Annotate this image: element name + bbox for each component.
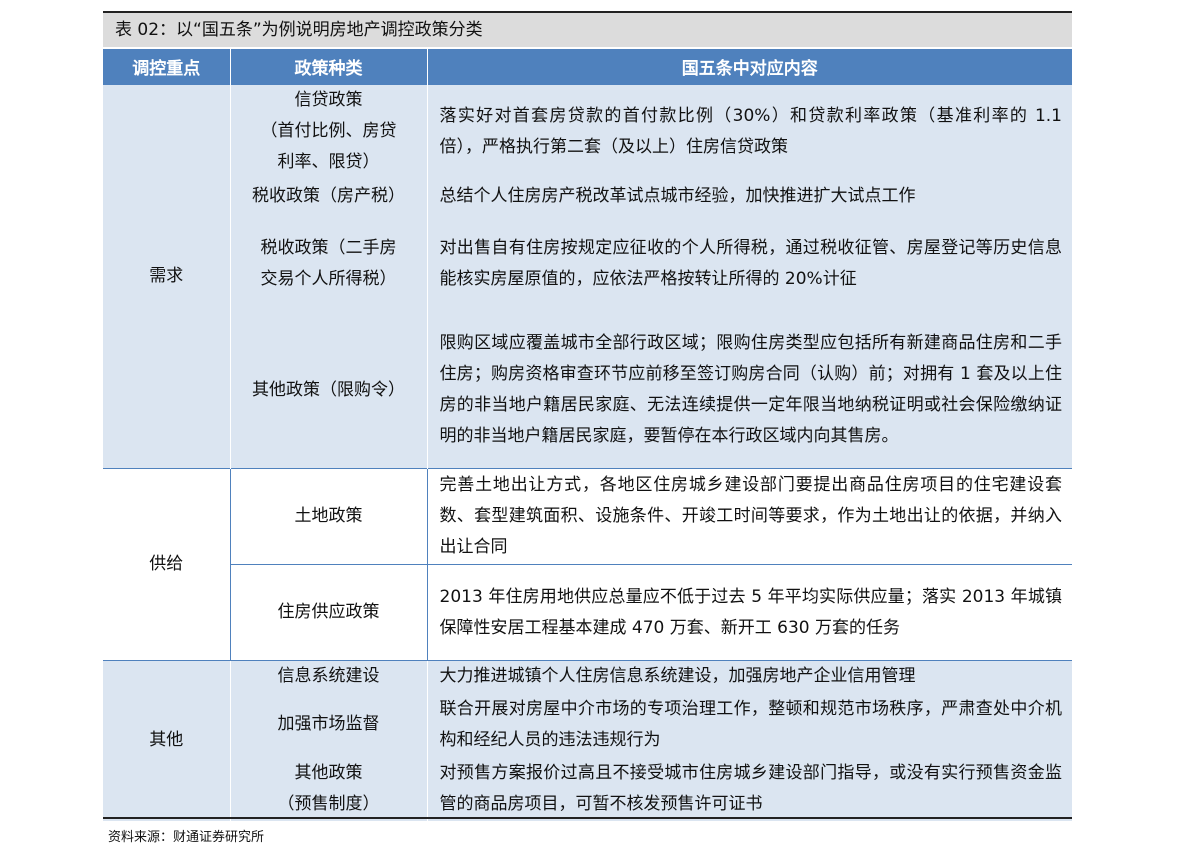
policy-type-cell: 住房供应政策: [229, 564, 427, 661]
policy-type-cell: 税收政策（房产税）: [229, 178, 427, 215]
policy-table: 调控重点 政策种类 国五条中对应内容 需求 信贷政策 （首付比例、房贷 利率、限…: [103, 49, 1072, 821]
category-cell: 供给: [103, 468, 230, 661]
table-row: 税收政策（二手房 交易个人所得税） 对出售自有住房按规定应征收的个人所得税，通过…: [103, 214, 1072, 313]
table-row: 税收政策（房产税） 总结个人住房房产税改革试点城市经验，加快推进扩大试点工作: [103, 178, 1072, 215]
source-note: 资料来源：财通证券研究所: [108, 830, 265, 845]
policy-content-cell: 总结个人住房房产税改革试点城市经验，加快推进扩大试点工作: [426, 178, 1072, 215]
policy-content-cell: 联合开展对房屋中介市场的专项治理工作，整顿和规范市场秩序，严肃查处中介机构和经纪…: [426, 692, 1072, 757]
policy-content-cell: 对预售方案报价过高且不接受城市住房城乡建设部门指导，或没有实行预售资金监管的商品…: [426, 756, 1072, 821]
category-cell: 需求: [103, 84, 230, 469]
policy-type-cell: 信息系统建设: [229, 660, 427, 693]
table-row: 其他 信息系统建设 大力推进城镇个人住房信息系统建设，加强房地产企业信用管理: [103, 660, 1072, 821]
policy-type-cell: 加强市场监督: [229, 692, 427, 757]
policy-content-cell: 限购区域应覆盖城市全部行政区域；限购住房类型应包括所有新建商品住房和二手住房；购…: [426, 312, 1072, 469]
table-row: 其他政策（限购令） 限购区域应覆盖城市全部行政区域；限购住房类型应包括所有新建商…: [103, 312, 1072, 469]
policy-type-cell: 其他政策（限购令）: [229, 312, 427, 469]
policy-content-cell: 2013 年住房用地供应总量应不低于过去 5 年平均实际供应量；落实 2013 …: [426, 564, 1072, 661]
policy-content-cell: 对出售自有住房按规定应征收的个人所得税，通过税收征管、房屋登记等历史信息能核实房…: [426, 214, 1072, 313]
table-row: 住房供应政策 2013 年住房用地供应总量应不低于过去 5 年平均实际供应量；落…: [103, 564, 1072, 661]
policy-type-cell: 其他政策 （预售制度）: [229, 756, 427, 821]
policy-content-cell: 完善土地出让方式，各地区住房城乡建设部门要提出商品住房项目的住宅建设套数、套型建…: [426, 468, 1072, 565]
table-title: 表 02：以“国五条”为例说明房地产调控政策分类: [103, 11, 1072, 47]
policy-type-cell: 税收政策（二手房 交易个人所得税）: [229, 214, 427, 313]
policy-type-cell: 土地政策: [229, 468, 427, 565]
header-row: 调控重点 政策种类 国五条中对应内容: [103, 49, 1072, 85]
header-focus: 调控重点: [103, 49, 230, 85]
policy-content-cell: 大力推进城镇个人住房信息系统建设，加强房地产企业信用管理: [426, 660, 1072, 693]
table-row: 供给 土地政策 完善土地出让方式，各地区住房城乡建设部门要提出商品住房项目的住宅…: [103, 468, 1072, 661]
policy-content-cell: 落实好对首套房贷款的首付款比例（30%）和贷款利率政策（基准利率的 1.1 倍）…: [426, 84, 1072, 179]
policy-type-cell: 信贷政策 （首付比例、房贷 利率、限贷）: [229, 84, 427, 179]
table-row: 其他政策 （预售制度） 对预售方案报价过高且不接受城市住房城乡建设部门指导，或没…: [103, 756, 1072, 821]
bottom-rule: [103, 817, 1072, 819]
table-row: 需求 信贷政策 （首付比例、房贷 利率、限贷） 落实好对首套房贷款的首付款比例（…: [103, 84, 1072, 469]
header-content: 国五条中对应内容: [426, 49, 1072, 85]
header-policy-type: 政策种类: [229, 49, 427, 85]
table-row: 加强市场监督 联合开展对房屋中介市场的专项治理工作，整顿和规范市场秩序，严肃查处…: [103, 692, 1072, 757]
category-cell: 其他: [103, 660, 230, 821]
